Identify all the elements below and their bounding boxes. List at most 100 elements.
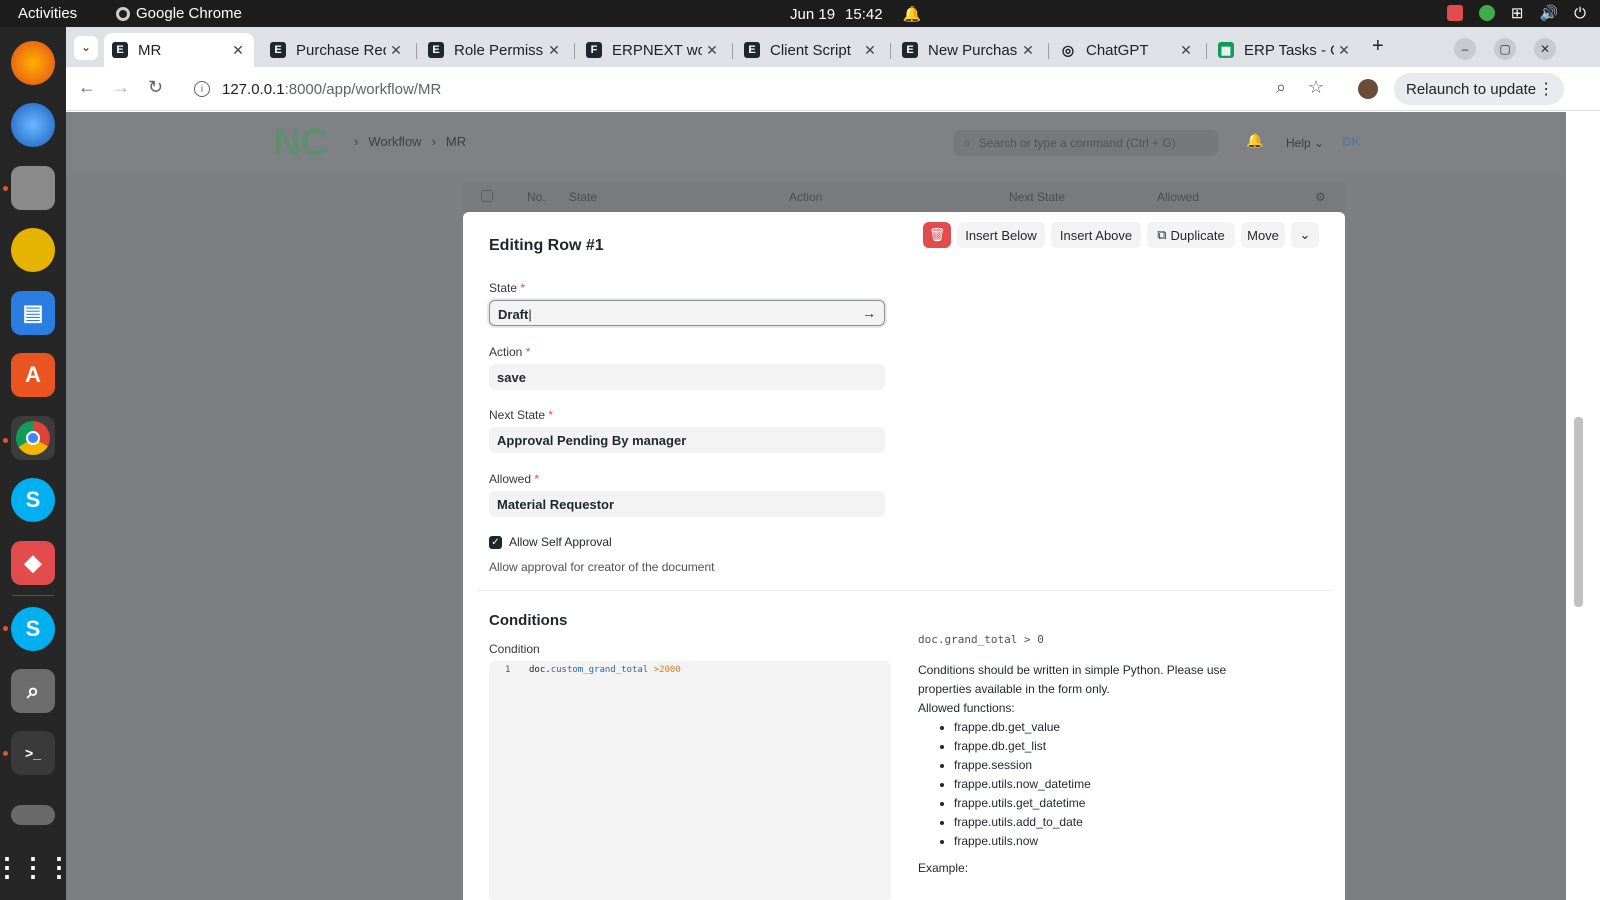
- address-bar[interactable]: i 127.0.0.1 :8000/app/workflow/MR: [186, 73, 1434, 105]
- collapse-button[interactable]: ⌄: [1291, 222, 1319, 248]
- example-label: Example:: [918, 861, 969, 875]
- back-icon[interactable]: ←: [78, 77, 96, 98]
- next-state-field[interactable]: Approval Pending By manager: [489, 427, 885, 453]
- insert-below-button[interactable]: Insert Below: [957, 222, 1045, 248]
- reload-icon[interactable]: ↻: [148, 77, 163, 98]
- skype-2-icon[interactable]: S: [11, 607, 55, 651]
- files-icon[interactable]: [11, 166, 55, 210]
- condition-code-editor[interactable]: 1 doc.custom_grand_total >2000: [489, 661, 891, 900]
- erpnext-favicon-icon: E: [270, 42, 286, 58]
- grid-select-all-checkbox[interactable]: [481, 190, 493, 202]
- conditions-section-title[interactable]: Conditions: [489, 612, 567, 629]
- relaunch-button[interactable]: Relaunch to update ⋮: [1394, 73, 1565, 105]
- tab-title: New Purchas: [928, 41, 1018, 59]
- erpnext-favicon-icon: E: [112, 42, 128, 58]
- close-icon[interactable]: ✕: [544, 42, 564, 59]
- allow-self-approval-checkbox[interactable]: ✓: [489, 536, 502, 549]
- magnifier-icon[interactable]: ⌕: [11, 669, 55, 713]
- writer-icon[interactable]: ▤: [11, 291, 55, 335]
- breadcrumb-workflow[interactable]: Workflow: [368, 134, 421, 149]
- tab-chatgpt[interactable]: ◎ ChatGPT ✕: [1052, 33, 1202, 67]
- close-icon[interactable]: ✕: [386, 42, 406, 59]
- maximize-icon[interactable]: ▢: [1494, 38, 1516, 60]
- firefox-icon[interactable]: [11, 41, 55, 85]
- drive-icon[interactable]: [11, 805, 55, 825]
- awesome-bar[interactable]: ⌕ Search or type a command (Ctrl + G): [954, 130, 1218, 156]
- breadcrumb-mr[interactable]: MR: [446, 134, 466, 149]
- bookmark-star-icon[interactable]: ☆: [1308, 77, 1324, 98]
- volume-icon[interactable]: 🔊: [1539, 4, 1558, 22]
- forward-icon[interactable]: →: [112, 77, 130, 98]
- close-icon[interactable]: ✕: [860, 42, 880, 59]
- insert-above-button[interactable]: Insert Above: [1051, 222, 1141, 248]
- profile-avatar-icon[interactable]: [1358, 79, 1378, 99]
- tab-erp-tasks[interactable]: ▦ ERP Tasks - G ✕: [1210, 33, 1360, 67]
- tab-purchase-req[interactable]: E Purchase Req ✕: [262, 33, 412, 67]
- skype-icon[interactable]: S: [11, 478, 55, 522]
- shield-tray-icon[interactable]: [1478, 5, 1495, 21]
- new-tab-icon[interactable]: +: [1372, 35, 1384, 58]
- avatar[interactable]: DK: [1342, 134, 1361, 149]
- info-icon[interactable]: i: [194, 81, 210, 97]
- close-icon[interactable]: ✕: [1018, 42, 1038, 59]
- arrow-right-icon[interactable]: →: [862, 305, 876, 321]
- zoom-icon[interactable]: ⌕: [1276, 77, 1286, 98]
- anydesk-tray-icon[interactable]: [1446, 5, 1463, 21]
- show-apps-icon[interactable]: ⋮⋮⋮: [0, 845, 72, 889]
- scrollbar-thumb[interactable]: [1574, 417, 1583, 607]
- chrome-dock-icon[interactable]: [11, 416, 55, 460]
- system-tray[interactable]: ⊞ 🔊 ⏻: [1446, 4, 1586, 22]
- erpnext-favicon-icon: E: [902, 42, 918, 58]
- network-icon[interactable]: ⊞: [1511, 4, 1524, 22]
- tab-search-icon[interactable]: ⌄: [74, 36, 98, 60]
- action-field[interactable]: save: [489, 364, 885, 390]
- close-icon[interactable]: ✕: [1176, 42, 1196, 59]
- move-button[interactable]: Move: [1241, 222, 1285, 248]
- help-dropdown[interactable]: Help ⌄: [1286, 136, 1324, 150]
- tab-new-purchase[interactable]: E New Purchas ✕: [894, 33, 1044, 67]
- delete-row-button[interactable]: 🗑: [923, 222, 951, 248]
- chatgpt-favicon-icon: ◎: [1061, 41, 1075, 58]
- action-value: save: [497, 370, 526, 385]
- allowed-field[interactable]: Material Requestor: [489, 491, 885, 517]
- clock[interactable]: Jun 19 15:42 🔔: [790, 5, 921, 24]
- allow-self-approval-label[interactable]: Allow Self Approval: [509, 535, 612, 549]
- company-logo[interactable]: NC: [273, 114, 328, 170]
- close-icon[interactable]: ✕: [1334, 42, 1354, 59]
- close-icon[interactable]: ✕: [702, 42, 722, 59]
- minimize-icon[interactable]: –: [1454, 38, 1476, 60]
- app-menu[interactable]: Google Chrome: [116, 5, 242, 22]
- tab-erpnext-workflow[interactable]: F ERPNEXT wo ✕: [578, 33, 728, 67]
- grid-col-state: State: [569, 190, 598, 204]
- tab-role-permission[interactable]: E Role Permissi ✕: [420, 33, 570, 67]
- example-expression: doc.grand_total > 0: [918, 633, 1044, 646]
- notifications-bell-icon[interactable]: 🔔: [1246, 132, 1263, 149]
- allowed-functions-label: Allowed functions:: [918, 701, 1015, 715]
- close-icon[interactable]: ✕: [228, 42, 248, 59]
- kebab-menu-icon[interactable]: ⋮: [1538, 79, 1554, 99]
- clock-time: 15:42: [845, 5, 883, 23]
- anydesk-icon[interactable]: ◆: [11, 541, 55, 585]
- tab-client-script[interactable]: E Client Script ✕: [736, 33, 886, 67]
- window-close-icon[interactable]: ✕: [1534, 38, 1556, 60]
- state-field[interactable]: Draft| →: [489, 300, 885, 326]
- page-scrollbar[interactable]: [1566, 112, 1600, 900]
- tab-mr[interactable]: E MR ✕: [104, 33, 254, 67]
- list-item: frappe.utils.now: [954, 832, 1278, 851]
- rhythmbox-icon[interactable]: [11, 228, 55, 272]
- duplicate-button[interactable]: ⧉ Duplicate: [1147, 222, 1235, 248]
- grid-settings-icon[interactable]: ⚙: [1315, 190, 1326, 204]
- tab-strip: ⌄ E MR ✕ E Purchase Req ✕ E Role Permiss…: [66, 27, 1600, 67]
- condition-label: Condition: [489, 642, 540, 656]
- relaunch-label: Relaunch to update: [1406, 80, 1537, 98]
- power-icon[interactable]: ⏻: [1574, 5, 1586, 22]
- chrome-icon: [116, 6, 130, 21]
- sheets-favicon-icon: ▦: [1218, 42, 1234, 58]
- search-placeholder: Search or type a command (Ctrl + G): [978, 136, 1176, 150]
- dock: ▤ A S ◆ S ⌕ >_ ⋮⋮⋮: [0, 27, 72, 900]
- app-center-icon[interactable]: A: [11, 353, 55, 397]
- thunderbird-icon[interactable]: [11, 103, 55, 147]
- list-item: frappe.session: [954, 756, 1278, 775]
- activities-button[interactable]: Activities: [18, 5, 77, 22]
- terminal-icon[interactable]: >_: [11, 731, 55, 775]
